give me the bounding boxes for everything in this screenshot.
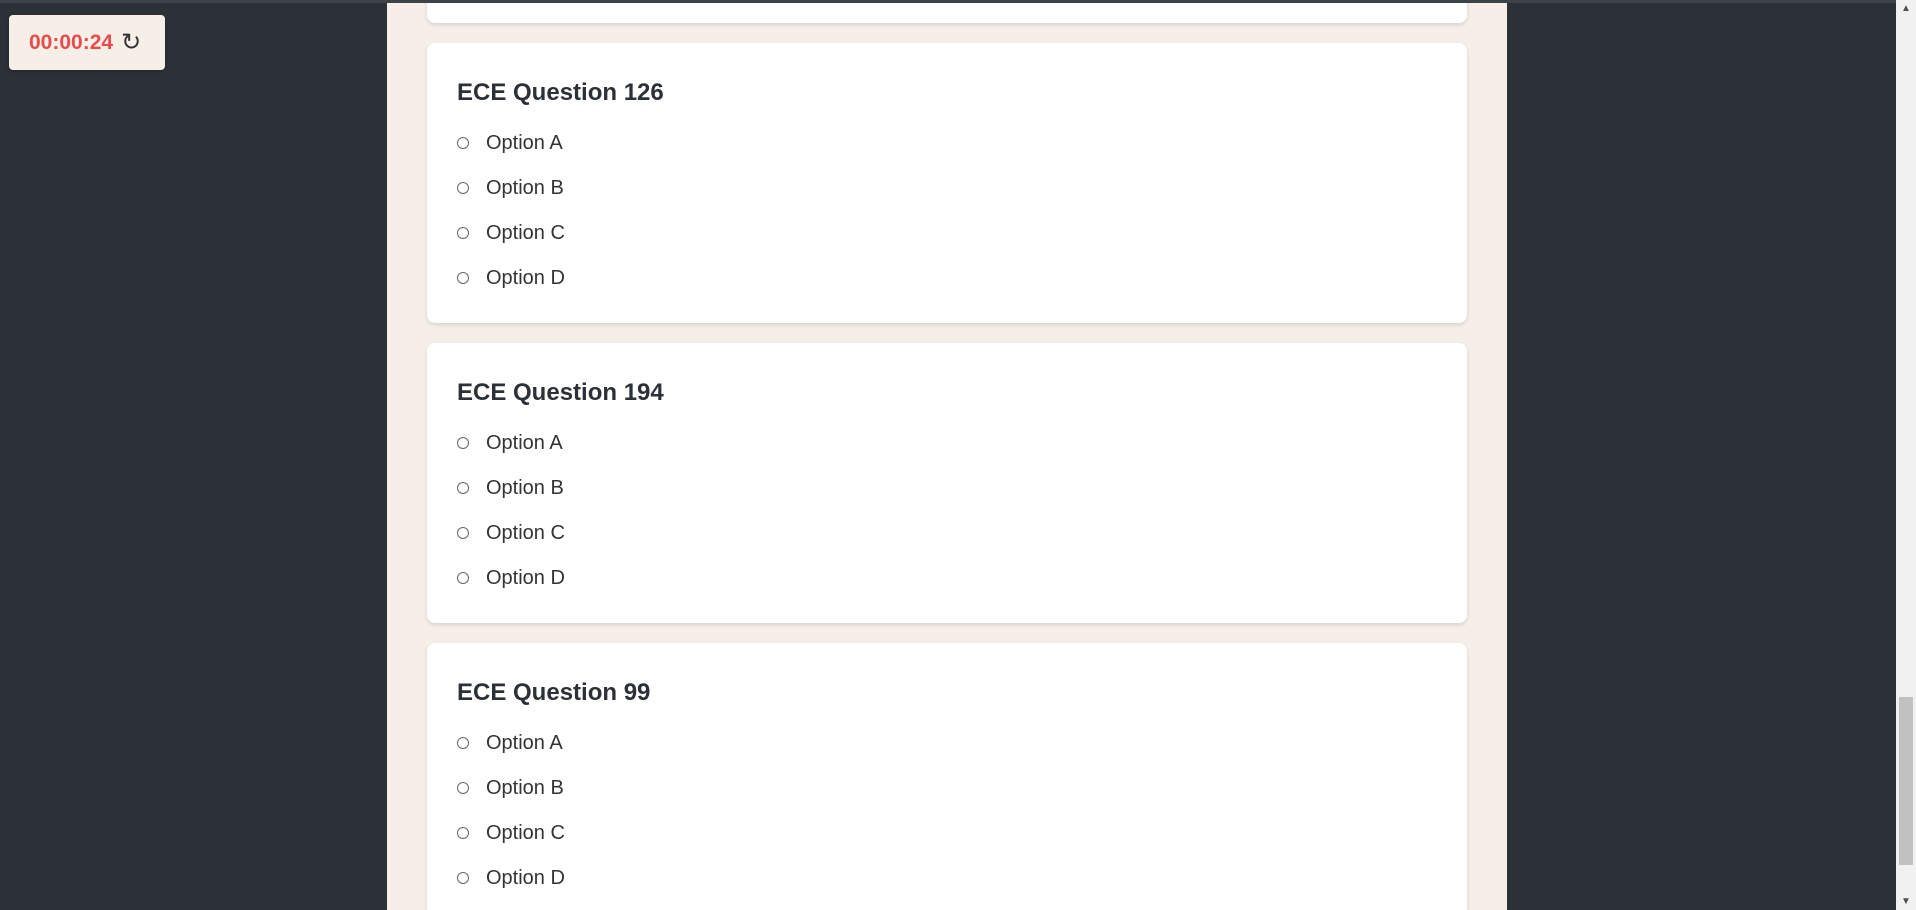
radio-button[interactable] xyxy=(457,272,469,284)
reset-icon[interactable]: ↻ xyxy=(121,30,141,55)
option-label: Option C xyxy=(486,821,565,844)
question-card: ECE Question 99 Option A Option B Option… xyxy=(427,643,1467,910)
option-label: Option A xyxy=(486,431,563,454)
radio-button[interactable] xyxy=(457,572,469,584)
option-label: Option C xyxy=(486,521,565,544)
radio-button[interactable] xyxy=(457,782,469,794)
quiz-panel: ECE Question 126 Option A Option B Optio… xyxy=(387,3,1507,910)
question-card: ECE Question 126 Option A Option B Optio… xyxy=(427,43,1467,323)
option-label: Option B xyxy=(486,776,564,799)
option-label: Option C xyxy=(486,221,565,244)
option-b[interactable]: Option B xyxy=(457,173,564,203)
radio-button[interactable] xyxy=(457,437,469,449)
scrollbar-thumb[interactable] xyxy=(1899,697,1913,865)
radio-button[interactable] xyxy=(457,737,469,749)
radio-button[interactable] xyxy=(457,872,469,884)
option-d[interactable]: Option D xyxy=(457,563,565,593)
radio-button[interactable] xyxy=(457,527,469,539)
radio-button[interactable] xyxy=(457,137,469,149)
radio-button[interactable] xyxy=(457,482,469,494)
timer-widget: 00:00:24 ↻ xyxy=(9,15,165,70)
option-d[interactable]: Option D xyxy=(457,863,565,893)
question-title: ECE Question 126 xyxy=(457,79,664,106)
option-label: Option B xyxy=(486,176,564,199)
option-b[interactable]: Option B xyxy=(457,473,564,503)
option-label: Option B xyxy=(486,476,564,499)
option-label: Option A xyxy=(486,131,563,154)
option-a[interactable]: Option A xyxy=(457,428,563,458)
radio-button[interactable] xyxy=(457,182,469,194)
option-label: Option A xyxy=(486,731,563,754)
radio-button[interactable] xyxy=(457,827,469,839)
scroll-up-icon[interactable]: ▲ xyxy=(1896,0,1916,17)
option-label: Option D xyxy=(486,566,565,589)
option-c[interactable]: Option C xyxy=(457,818,565,848)
option-label: Option D xyxy=(486,266,565,289)
option-d[interactable]: Option D xyxy=(457,263,565,293)
question-card-previous xyxy=(427,3,1467,23)
question-title: ECE Question 194 xyxy=(457,379,664,406)
question-title: ECE Question 99 xyxy=(457,679,651,706)
radio-button[interactable] xyxy=(457,227,469,239)
option-c[interactable]: Option C xyxy=(457,218,565,248)
option-c[interactable]: Option C xyxy=(457,518,565,548)
question-card: ECE Question 194 Option A Option B Optio… xyxy=(427,343,1467,623)
scroll-down-icon[interactable]: ▼ xyxy=(1896,893,1916,910)
option-a[interactable]: Option A xyxy=(457,128,563,158)
vertical-scrollbar[interactable]: ▲ ▼ xyxy=(1896,0,1916,910)
option-b[interactable]: Option B xyxy=(457,773,564,803)
option-a[interactable]: Option A xyxy=(457,728,563,758)
option-label: Option D xyxy=(486,866,565,889)
timer-display: 00:00:24 xyxy=(29,30,114,54)
